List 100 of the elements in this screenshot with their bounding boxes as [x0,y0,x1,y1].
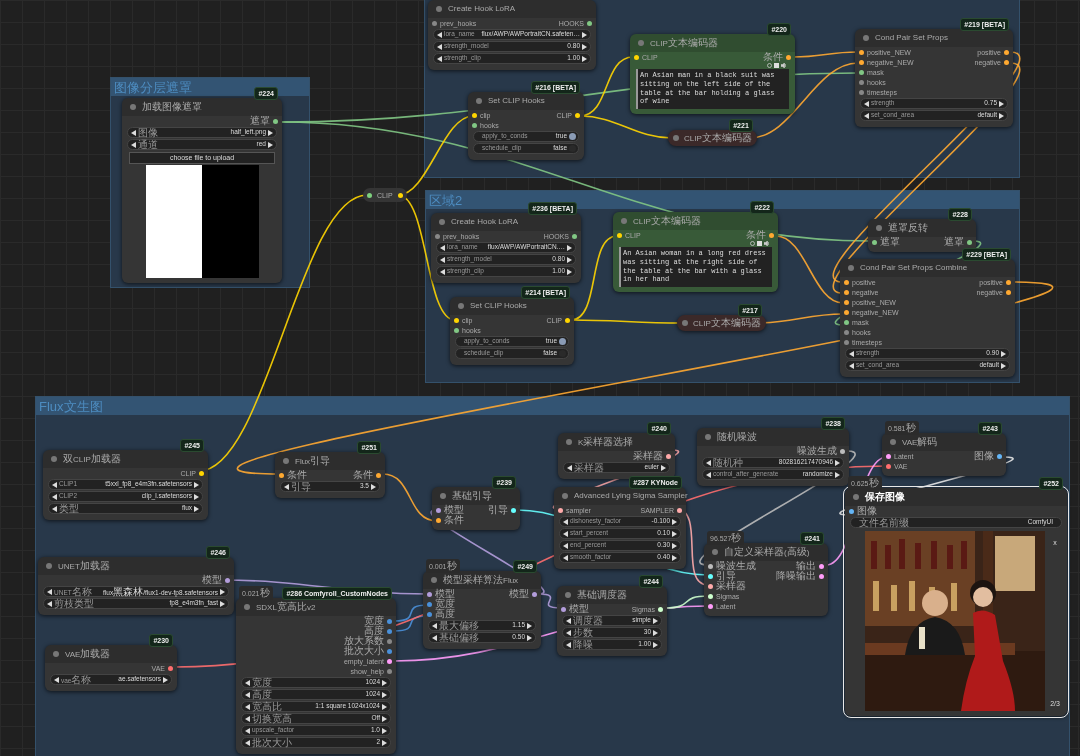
collapse-toggle[interactable] [890,439,896,445]
socket-dot[interactable] [849,508,854,514]
socket-dot[interactable] [279,472,284,478]
socket-dot[interactable] [558,507,563,513]
socket-dot[interactable] [397,192,403,198]
socket-dot[interactable] [859,79,864,85]
socket-dot[interactable] [199,470,204,476]
socket-dot[interactable] [666,453,671,459]
socket-dot[interactable] [708,563,713,569]
socket-dot[interactable] [1004,59,1009,65]
collapse-toggle[interactable] [440,493,446,499]
socket-dot[interactable] [273,118,278,124]
socket-dot[interactable] [1006,289,1011,295]
collapse-toggle[interactable] [712,549,718,555]
collapse-toggle[interactable] [673,135,679,141]
socket-dot[interactable] [387,668,392,674]
socket-dot[interactable] [587,20,592,26]
socket-dot[interactable] [786,54,791,60]
socket-dot[interactable] [708,593,713,599]
socket-dot[interactable] [454,317,459,323]
socket-dot[interactable] [532,591,537,597]
collapse-toggle[interactable] [853,494,859,500]
collapse-toggle[interactable] [566,439,572,445]
collapse-toggle[interactable] [439,219,445,225]
socket-dot[interactable] [844,329,849,335]
left-arrow-icon[interactable] [284,483,289,490]
socket-dot[interactable] [511,507,516,513]
socket-dot[interactable] [997,453,1002,459]
socket-dot[interactable] [168,665,173,671]
socket-dot[interactable] [387,648,392,654]
socket-dot[interactable] [565,317,570,323]
socket-dot[interactable] [844,339,849,345]
socket-dot[interactable] [427,611,432,617]
collapse-toggle[interactable] [638,40,644,46]
left-arrow-icon[interactable] [567,464,572,471]
socket-dot[interactable] [427,601,432,607]
socket-dot[interactable] [572,233,577,239]
socket-dot[interactable] [387,618,392,624]
socket-dot[interactable] [844,319,849,325]
socket-dot[interactable] [225,577,230,583]
socket-dot[interactable] [844,279,849,285]
circle-icon[interactable] [750,241,755,246]
socket-dot[interactable] [435,233,440,239]
speaker-icon[interactable] [764,241,770,246]
socket-dot[interactable] [367,192,372,198]
socket-dot[interactable] [472,122,477,128]
socket-dot[interactable] [575,112,580,118]
node-card[interactable]: 遮罩反转 遮罩 遮罩 [868,219,976,252]
collapse-toggle[interactable] [458,303,464,309]
collapse-toggle[interactable] [705,434,711,440]
collapse-toggle[interactable] [130,104,136,110]
toggle-knob[interactable] [569,133,576,140]
collapse-toggle[interactable] [51,456,57,462]
socket-dot[interactable] [844,299,849,305]
node-card[interactable]: 基础引导 模型 引导 条件 [432,487,520,530]
socket-dot[interactable] [769,232,774,238]
collapse-toggle[interactable] [436,6,442,12]
socket-dot[interactable] [708,603,713,609]
circle-icon[interactable] [767,63,772,68]
socket-dot[interactable] [886,453,891,459]
socket-dot[interactable] [859,49,864,55]
socket-dot[interactable] [819,563,824,569]
socket-dot[interactable] [617,232,622,238]
toggle-knob[interactable] [569,145,576,152]
socket-dot[interactable] [658,606,663,612]
toggle-knob[interactable] [559,350,566,357]
socket-dot[interactable] [819,573,824,579]
socket-dot[interactable] [708,583,713,589]
collapsed-node[interactable]: CLIP文本编码器 [677,315,766,331]
collapse-toggle[interactable] [283,458,289,464]
socket-dot[interactable] [859,59,864,65]
socket-dot[interactable] [859,69,864,75]
speaker-icon[interactable] [781,63,787,68]
socket-dot[interactable] [454,327,459,333]
socket-dot[interactable] [840,448,845,454]
right-arrow-icon[interactable] [661,464,666,471]
collapse-toggle[interactable] [848,265,854,271]
socket-dot[interactable] [634,54,639,60]
socket-dot[interactable] [859,89,864,95]
socket-dot[interactable] [708,573,713,579]
collapse-toggle[interactable] [53,651,59,657]
socket-dot[interactable] [387,638,392,644]
collapsed-node[interactable]: CLIP文本编码器 [668,130,757,146]
socket-dot[interactable] [967,239,972,245]
right-arrow-icon[interactable] [371,483,376,490]
socket-dot[interactable] [1006,279,1011,285]
socket-dot[interactable] [436,517,441,523]
right-arrow-icon[interactable] [163,676,168,683]
socket-dot[interactable] [886,463,891,469]
socket-dot[interactable] [561,606,566,612]
socket-dot[interactable] [436,507,441,513]
collapse-toggle[interactable] [863,35,869,41]
socket-dot[interactable] [376,472,381,478]
socket-dot[interactable] [677,507,682,513]
socket-dot[interactable] [844,309,849,315]
collapse-toggle[interactable] [621,218,627,224]
toggle-knob[interactable] [559,338,566,345]
left-arrow-icon[interactable] [54,676,59,683]
socket-dot[interactable] [427,591,432,597]
collapse-toggle[interactable] [565,592,571,598]
